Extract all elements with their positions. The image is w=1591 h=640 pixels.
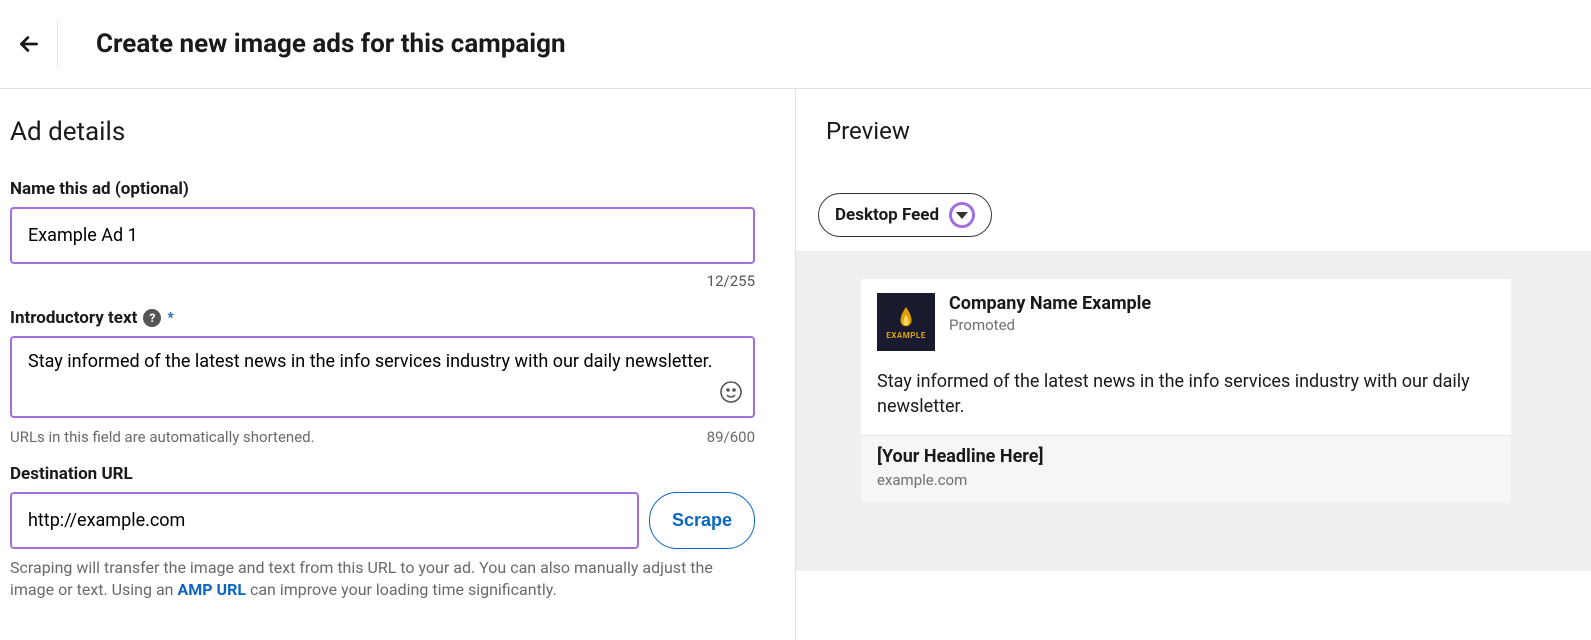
ad-details-panel: Ad details Name this ad (optional) 12/25… — [0, 89, 795, 640]
ad-preview-promoted: Promoted — [949, 316, 1151, 334]
ad-name-input[interactable] — [10, 207, 755, 264]
company-logo: EXAMPLE — [877, 293, 935, 351]
intro-text-hint: URLs in this field are automatically sho… — [10, 428, 315, 446]
emoji-icon — [719, 380, 743, 404]
amp-url-link[interactable]: AMP URL — [177, 580, 246, 599]
ad-preview-company-block: Company Name Example Promoted — [949, 293, 1151, 351]
dest-url-row: Scrape — [10, 492, 755, 549]
intro-text-counter: 89/600 — [707, 428, 755, 446]
preview-canvas: EXAMPLE Company Name Example Promoted St… — [796, 251, 1591, 571]
intro-text-label: Introductory text — [10, 308, 137, 328]
ad-name-label: Name this ad (optional) — [10, 179, 785, 199]
preview-controls: Desktop Feed — [818, 193, 1591, 237]
ad-preview-headline: [Your Headline Here] — [877, 446, 1495, 467]
intro-text-label-row: Introductory text ? * — [10, 308, 785, 328]
top-header: Create new image ads for this campaign — [0, 0, 1591, 89]
preview-view-caret-highlight — [949, 202, 975, 228]
dest-url-help: Scraping will transfer the image and tex… — [10, 557, 755, 602]
emoji-picker-button[interactable] — [719, 380, 743, 408]
ad-name-field: Name this ad (optional) 12/255 — [10, 179, 785, 290]
required-star-icon: * — [167, 310, 173, 326]
preview-panel: Preview Desktop Feed EXAMPLE — [795, 89, 1591, 640]
ad-preview-header: EXAMPLE Company Name Example Promoted — [861, 279, 1511, 359]
page-title: Create new image ads for this campaign — [96, 29, 566, 59]
help-icon[interactable]: ? — [143, 309, 161, 327]
flame-icon — [895, 305, 917, 331]
arrow-left-icon — [16, 31, 42, 57]
company-logo-text: EXAMPLE — [886, 331, 925, 340]
main-split: Ad details Name this ad (optional) 12/25… — [0, 89, 1591, 640]
ad-preview-domain: example.com — [877, 471, 1495, 489]
ad-preview-intro: Stay informed of the latest news in the … — [861, 359, 1511, 435]
intro-text-wrap — [10, 336, 755, 422]
intro-text-field: Introductory text ? * URLs in this field… — [10, 308, 785, 446]
ad-preview-footer: [Your Headline Here] example.com — [861, 435, 1511, 503]
ad-preview-card: EXAMPLE Company Name Example Promoted St… — [861, 279, 1511, 503]
scrape-button[interactable]: Scrape — [649, 492, 755, 549]
intro-text-input[interactable] — [10, 336, 755, 418]
preview-view-select[interactable]: Desktop Feed — [818, 193, 992, 237]
dest-url-label: Destination URL — [10, 464, 785, 484]
dest-url-field: Destination URL Scrape Scraping will tra… — [10, 464, 785, 602]
ad-details-heading: Ad details — [10, 117, 785, 147]
preview-heading: Preview — [826, 117, 1591, 145]
dest-url-input[interactable] — [10, 492, 639, 549]
back-button[interactable] — [10, 20, 58, 68]
intro-text-under: URLs in this field are automatically sho… — [10, 428, 755, 446]
ad-name-counter: 12/255 — [10, 272, 755, 290]
dest-url-help-post: can improve your loading time significan… — [250, 580, 557, 599]
ad-preview-company: Company Name Example — [949, 293, 1151, 314]
chevron-down-icon — [956, 212, 968, 219]
preview-view-label: Desktop Feed — [835, 205, 939, 225]
